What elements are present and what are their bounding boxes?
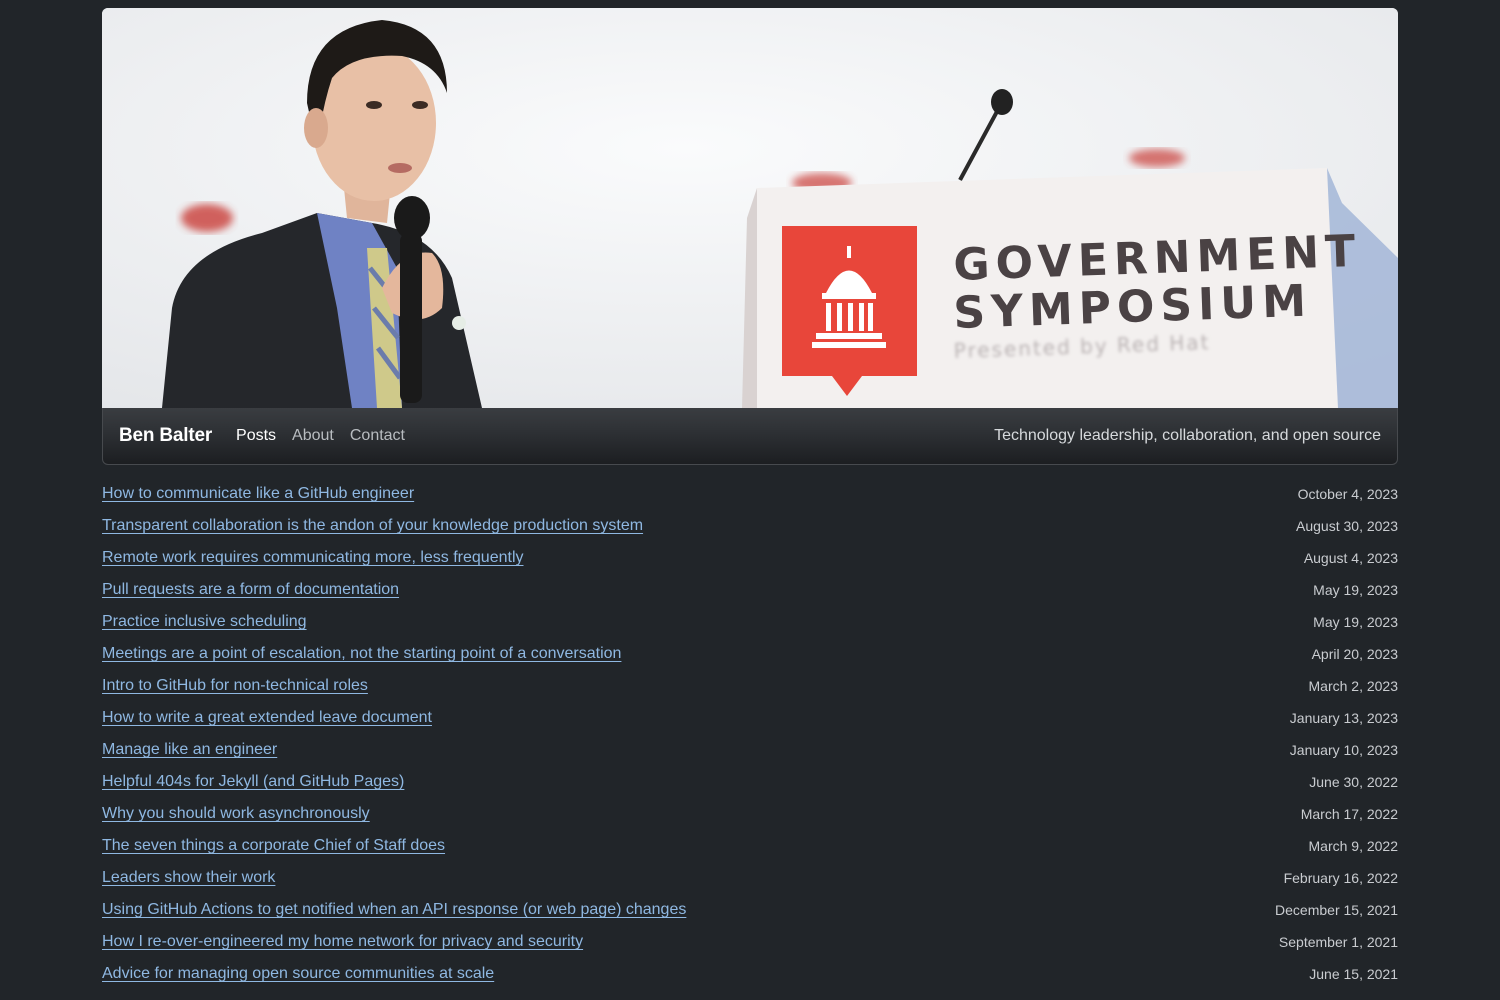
post-link[interactable]: How I re-over-engineered my home network… <box>102 933 583 951</box>
post-date: April 20, 2023 <box>1311 646 1398 662</box>
post-date: December 15, 2021 <box>1275 902 1398 918</box>
post-row: How to communicate like a GitHub enginee… <box>102 478 1398 510</box>
navbar: Ben Balter Posts About Contact Technolog… <box>102 408 1398 465</box>
post-date: June 30, 2022 <box>1309 774 1398 790</box>
post-date: August 4, 2023 <box>1303 550 1398 566</box>
post-row: Intro to GitHub for non-technical roles M… <box>102 670 1398 702</box>
speaker-photo: GOVERNMENT SYMPOSIUM Presented by Red Ha… <box>102 8 1398 408</box>
header-image: GOVERNMENT SYMPOSIUM Presented by Red Ha… <box>102 8 1398 408</box>
site-tagline: Technology leadership, collaboration, an… <box>994 427 1381 444</box>
post-row: How to write a great extended leave docu… <box>102 702 1398 734</box>
post-link[interactable]: Advice for managing open source communit… <box>102 965 494 983</box>
post-row: Practice inclusive scheduling May 19, 202… <box>102 606 1398 638</box>
post-row: Remote work requires communicating more,… <box>102 542 1398 574</box>
post-link[interactable]: Leaders show their work <box>102 869 275 887</box>
post-link[interactable]: Transparent collaboration is the andon o… <box>102 517 643 535</box>
post-link[interactable]: How to communicate like a GitHub enginee… <box>102 485 414 503</box>
post-row: Leaders show their work February 16, 2022 <box>102 862 1398 894</box>
post-link[interactable]: Remote work requires communicating more,… <box>102 549 524 567</box>
post-link[interactable]: Practice inclusive scheduling <box>102 613 307 631</box>
post-link[interactable]: Using GitHub Actions to get notified whe… <box>102 901 686 919</box>
post-date: March 2, 2023 <box>1308 678 1399 694</box>
nav-posts[interactable]: Posts <box>236 427 276 445</box>
page-container: GOVERNMENT SYMPOSIUM Presented by Red Ha… <box>102 8 1398 990</box>
post-link[interactable]: Helpful 404s for Jekyll (and GitHub Page… <box>102 773 404 791</box>
nav-contact[interactable]: Contact <box>350 427 405 445</box>
post-date: June 15, 2021 <box>1309 966 1398 982</box>
post-link[interactable]: Why you should work asynchronously <box>102 805 370 823</box>
post-row: Helpful 404s for Jekyll (and GitHub Page… <box>102 766 1398 798</box>
post-link[interactable]: How to write a great extended leave docu… <box>102 709 432 727</box>
post-link[interactable]: Meetings are a point of escalation, not … <box>102 645 621 663</box>
post-link[interactable]: Intro to GitHub for non-technical roles <box>102 677 368 695</box>
post-list: How to communicate like a GitHub enginee… <box>102 478 1398 990</box>
post-row: Pull requests are a form of documentatio… <box>102 574 1398 606</box>
post-row: The seven things a corporate Chief of St… <box>102 830 1398 862</box>
post-link[interactable]: Pull requests are a form of documentatio… <box>102 581 399 599</box>
post-date: September 1, 2021 <box>1278 934 1398 950</box>
post-row: Meetings are a point of escalation, not … <box>102 638 1398 670</box>
post-row: Transparent collaboration is the andon o… <box>102 510 1398 542</box>
post-date: May 19, 2023 <box>1313 614 1398 630</box>
post-row: Using GitHub Actions to get notified whe… <box>102 894 1398 926</box>
post-date: October 4, 2023 <box>1297 486 1398 502</box>
podium-sign: GOVERNMENT SYMPOSIUM Presented by Red Ha… <box>742 168 1398 408</box>
post-row: Manage like an engineer January 10, 2023 <box>102 734 1398 766</box>
nav-about[interactable]: About <box>292 427 334 445</box>
post-date: May 19, 2023 <box>1313 582 1398 598</box>
post-date: February 16, 2022 <box>1283 870 1398 886</box>
post-date: March 17, 2022 <box>1300 806 1398 822</box>
post-link[interactable]: The seven things a corporate Chief of St… <box>102 837 445 855</box>
post-link[interactable]: Manage like an engineer <box>102 741 277 759</box>
post-date: January 13, 2023 <box>1289 710 1398 726</box>
site-brand[interactable]: Ben Balter <box>119 425 212 447</box>
post-row: Advice for managing open source communit… <box>102 958 1398 990</box>
post-date: January 10, 2023 <box>1289 742 1398 758</box>
post-date: March 9, 2022 <box>1308 838 1399 854</box>
post-row: How I re-over-engineered my home network… <box>102 926 1398 958</box>
post-date: August 30, 2023 <box>1296 518 1398 534</box>
post-row: Why you should work asynchronously March … <box>102 798 1398 830</box>
